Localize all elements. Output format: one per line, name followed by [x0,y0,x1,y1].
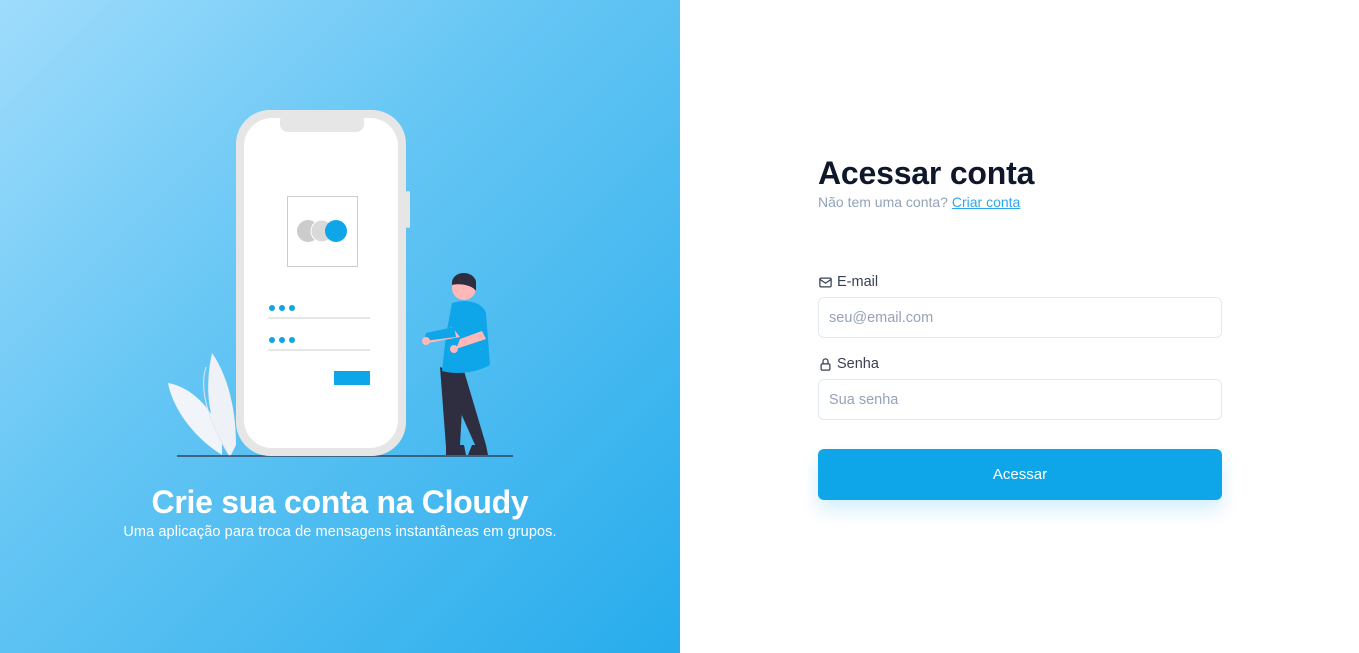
password-label: Senha [818,355,1222,373]
lock-icon [820,357,831,371]
hero-subtitle: Uma aplicação para troca de mensagens in… [123,524,557,540]
email-label: E-mail [818,273,1222,291]
login-submit-button[interactable]: Acessar [818,449,1222,500]
phone-icon [236,110,410,456]
leaf-icon [168,353,236,457]
mail-icon [819,277,832,287]
signup-prompt-text: Não tem uma conta? [818,194,948,210]
email-field[interactable] [818,297,1222,338]
signup-prompt-line: Não tem uma conta? Criar conta [818,194,1222,210]
hero-title: Crie sua conta na Cloudy [151,484,529,520]
page-title: Acessar conta [818,155,1035,191]
email-label-text: E-mail [837,274,879,290]
password-field[interactable] [818,379,1222,420]
person-icon [422,272,490,455]
login-panel: Acessar conta Não tem uma conta? Criar c… [680,0,1359,653]
signup-illustration [168,110,513,457]
hero-panel: Crie sua conta na Cloudy Uma aplicação p… [0,0,680,653]
password-label-text: Senha [837,356,879,372]
create-account-link[interactable]: Criar conta [952,194,1020,210]
login-form: Acessar conta Não tem uma conta? Criar c… [818,153,1222,500]
